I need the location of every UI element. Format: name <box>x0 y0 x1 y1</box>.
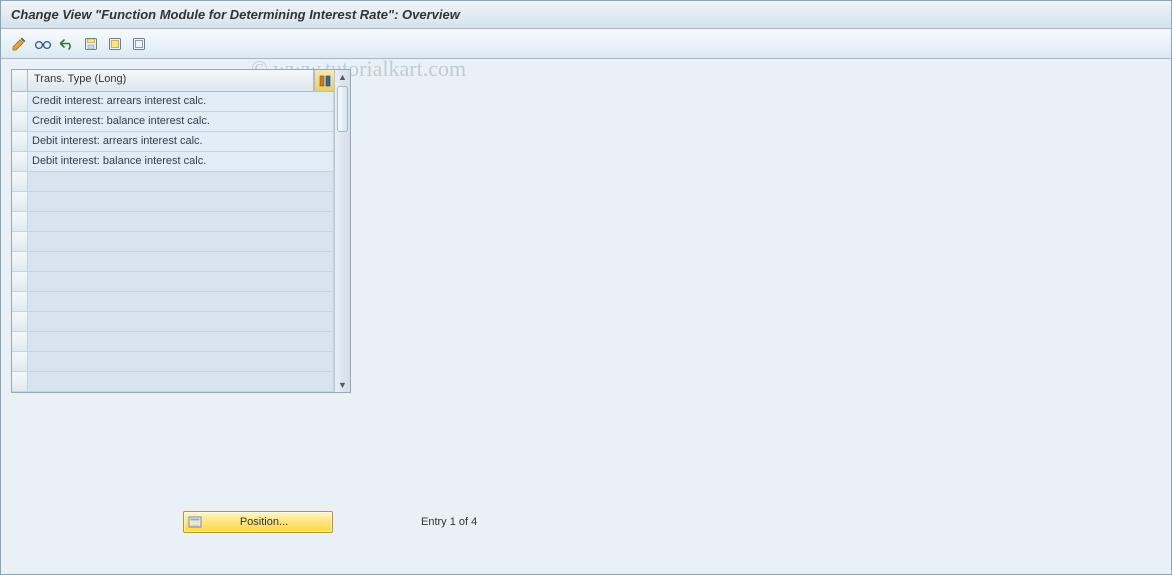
row-cell[interactable] <box>28 192 334 211</box>
table-row[interactable] <box>12 232 334 252</box>
row-cell[interactable] <box>28 372 334 391</box>
row-selector[interactable] <box>12 352 28 371</box>
row-selector[interactable] <box>12 152 28 171</box>
row-selector[interactable] <box>12 112 28 131</box>
column-header[interactable]: Trans. Type (Long) <box>28 70 314 91</box>
table-config-icon[interactable] <box>314 70 334 91</box>
row-cell[interactable]: Debit interest: balance interest calc. <box>28 152 334 171</box>
table-row[interactable] <box>12 252 334 272</box>
table-row[interactable] <box>12 212 334 232</box>
row-cell[interactable]: Credit interest: balance interest calc. <box>28 112 334 131</box>
row-selector[interactable] <box>12 292 28 311</box>
row-cell[interactable] <box>28 212 334 231</box>
row-cell[interactable] <box>28 352 334 371</box>
undo-icon[interactable] <box>57 34 77 54</box>
table-row[interactable]: Credit interest: balance interest calc. <box>12 112 334 132</box>
row-selector[interactable] <box>12 332 28 351</box>
page-title: Change View "Function Module for Determi… <box>1 1 1171 29</box>
position-button-label: Position... <box>206 516 332 528</box>
row-cell[interactable]: Debit interest: arrears interest calc. <box>28 132 334 151</box>
row-selector[interactable] <box>12 172 28 191</box>
row-cell[interactable] <box>28 272 334 291</box>
position-button[interactable]: Position... <box>183 511 333 533</box>
row-selector[interactable] <box>12 312 28 331</box>
select-all-column[interactable] <box>12 70 28 91</box>
vertical-scrollbar[interactable]: ▲ ▼ <box>334 70 350 392</box>
row-selector[interactable] <box>12 92 28 111</box>
content-area: Trans. Type (Long) Credit interest: arre… <box>1 59 1171 403</box>
row-selector[interactable] <box>12 192 28 211</box>
change-icon[interactable] <box>9 34 29 54</box>
scroll-down-icon[interactable]: ▼ <box>335 378 350 392</box>
table-row[interactable]: Debit interest: balance interest calc. <box>12 152 334 172</box>
table-row[interactable] <box>12 352 334 372</box>
row-cell[interactable] <box>28 232 334 251</box>
deselect-all-icon[interactable] <box>129 34 149 54</box>
scroll-up-icon[interactable]: ▲ <box>335 70 350 84</box>
table-row[interactable] <box>12 332 334 352</box>
row-cell[interactable]: Credit interest: arrears interest calc. <box>28 92 334 111</box>
row-selector[interactable] <box>12 272 28 291</box>
scroll-track[interactable] <box>335 84 350 378</box>
row-cell[interactable] <box>28 312 334 331</box>
row-cell[interactable] <box>28 252 334 271</box>
select-all-icon[interactable] <box>105 34 125 54</box>
table-header-row: Trans. Type (Long) <box>12 70 334 92</box>
table-row[interactable] <box>12 192 334 212</box>
table: Trans. Type (Long) Credit interest: arre… <box>11 69 351 393</box>
entry-status: Entry 1 of 4 <box>421 516 477 528</box>
table-row[interactable]: Credit interest: arrears interest calc. <box>12 92 334 112</box>
row-selector[interactable] <box>12 212 28 231</box>
glasses-icon[interactable] <box>33 34 53 54</box>
row-selector[interactable] <box>12 252 28 271</box>
table-body: Credit interest: arrears interest calc.C… <box>12 92 334 392</box>
row-cell[interactable] <box>28 292 334 311</box>
table-row[interactable] <box>12 312 334 332</box>
position-icon <box>184 515 206 529</box>
table-row[interactable]: Debit interest: arrears interest calc. <box>12 132 334 152</box>
table-row[interactable] <box>12 172 334 192</box>
table-row[interactable] <box>12 372 334 392</box>
table-row[interactable] <box>12 292 334 312</box>
row-selector[interactable] <box>12 232 28 251</box>
row-selector[interactable] <box>12 372 28 391</box>
footer: Position... Entry 1 of 4 <box>1 507 1171 537</box>
save-icon[interactable] <box>81 34 101 54</box>
row-selector[interactable] <box>12 132 28 151</box>
row-cell[interactable] <box>28 172 334 191</box>
row-cell[interactable] <box>28 332 334 351</box>
table-row[interactable] <box>12 272 334 292</box>
toolbar <box>1 29 1171 59</box>
scroll-thumb[interactable] <box>337 86 348 132</box>
